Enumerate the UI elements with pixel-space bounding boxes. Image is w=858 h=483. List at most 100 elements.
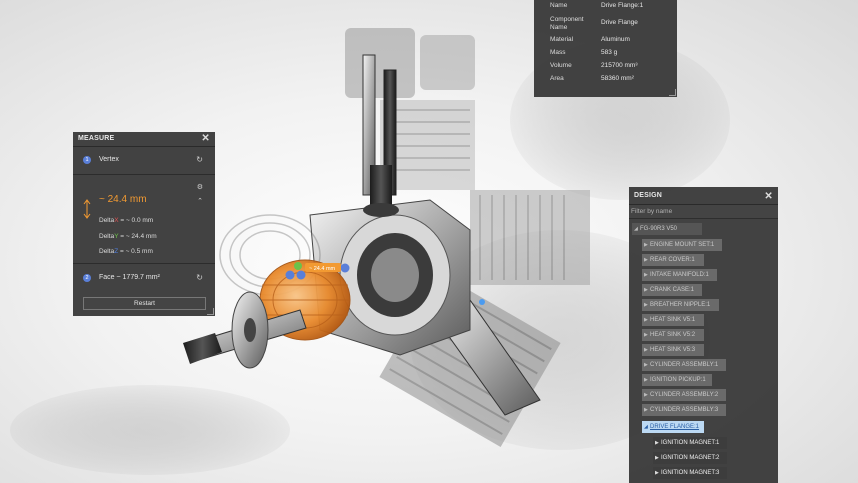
point-1-label: Vertex: [99, 156, 119, 163]
measure-result: ~ 24.4 mm ⚙ ⌃ DeltaX = ~ 0.0 mm DeltaY =…: [73, 175, 215, 264]
delta-z-prefix: Delta: [99, 248, 115, 255]
tree-item-label: CYLINDER ASSEMBLY:1: [650, 362, 719, 368]
point-number-badge: 1: [83, 156, 91, 164]
ghost-part: [10, 385, 290, 475]
prop-label-component-name: Component Name: [550, 16, 584, 31]
measure-point-3[interactable]: [340, 263, 350, 273]
prop-value-material: Aluminum: [601, 36, 630, 43]
measure-axis-y: [294, 262, 302, 270]
delta-y: DeltaY = ~ 24.4 mm: [99, 233, 157, 240]
tree-item-label: REAR COVER:1: [650, 257, 695, 263]
collapse-icon[interactable]: ▶: [644, 254, 648, 266]
measure-point-2[interactable]: [296, 270, 306, 280]
measure-point-2-row[interactable]: 2 Face ~ 1779.7 mm² ↻: [73, 264, 215, 292]
collapse-icon[interactable]: ▶: [644, 299, 648, 311]
tree-item-label: ENGINE MOUNT SET:1: [650, 242, 715, 248]
close-icon[interactable]: ✕: [201, 132, 210, 146]
washer-hole: [244, 318, 256, 342]
tree-item-label: INTAKE MANIFOLD:1: [650, 272, 709, 278]
filter-input[interactable]: [629, 205, 773, 218]
tree-item[interactable]: ▶ IGNITION PICKUP:1: [642, 374, 712, 386]
collapse-icon[interactable]: ▶: [644, 284, 648, 296]
prop-label-material: Material: [550, 36, 574, 43]
delta-z-value: = ~ 0.5 mm: [118, 248, 153, 255]
tree-item[interactable]: ▶ INTAKE MANIFOLD:1: [642, 269, 717, 281]
resize-handle[interactable]: [669, 89, 676, 96]
collapse-icon[interactable]: ▶: [644, 239, 648, 251]
collapse-icon[interactable]: ▶: [644, 404, 648, 416]
crank-case-hub: [371, 248, 419, 302]
prop-value-component-name: Drive Flange: [601, 19, 638, 26]
tree-item[interactable]: ▶ CYLINDER ASSEMBLY:3: [642, 404, 726, 416]
tree-item-label: BREATHER NIPPLE:1: [650, 302, 711, 308]
measure-title-bar[interactable]: MEASURE ✕: [73, 132, 215, 147]
measure-point-1[interactable]: [285, 270, 295, 280]
collapse-icon[interactable]: ▶: [644, 389, 648, 401]
delta-y-value: = ~ 24.4 mm: [118, 233, 157, 240]
design-title-bar[interactable]: DESIGN ✕: [629, 187, 778, 205]
tree-item-root[interactable]: ◢ FG-90R3 V50: [632, 223, 702, 235]
prop-value-name: Drive Flange:1: [601, 2, 644, 9]
prop-label-area: Area: [550, 75, 564, 82]
collapse-icon[interactable]: ▶: [655, 467, 659, 479]
collapse-icon[interactable]: ▶: [655, 452, 659, 464]
tree-item-label: HEAT SINK V5:1: [650, 317, 696, 323]
resize-handle[interactable]: [207, 308, 214, 315]
tree-item[interactable]: ▶ REAR COVER:1: [642, 254, 704, 266]
tree-item[interactable]: ▶ HEAT SINK V5:2: [642, 329, 704, 341]
delta-x-value: = ~ 0.0 mm: [118, 217, 154, 224]
tree-item-label: IGNITION MAGNET:1: [661, 440, 720, 446]
tree-item[interactable]: ▶ IGNITION MAGNET:2: [653, 452, 727, 464]
delta-x: DeltaX = ~ 0.0 mm: [99, 217, 153, 224]
prop-label-name: Name: [550, 2, 568, 9]
delta-y-prefix: Delta: [99, 233, 115, 240]
close-icon[interactable]: ✕: [764, 188, 773, 205]
spark-plug-base: [363, 203, 399, 217]
design-title: DESIGN: [634, 192, 663, 199]
tree-item-label: FG-90R3 V50: [640, 226, 678, 232]
tree-item[interactable]: ▶ CRANK CASE:1: [642, 284, 702, 296]
collapse-icon[interactable]: ▶: [644, 269, 648, 281]
settings-icon[interactable]: ⚙: [197, 183, 203, 191]
tree-item-selected[interactable]: ◢ DRIVE FLANGE:1: [642, 421, 704, 433]
refresh-icon[interactable]: ↻: [196, 273, 203, 282]
refresh-icon[interactable]: ↻: [196, 155, 203, 164]
distance-arrow-icon: [83, 199, 91, 219]
collapse-icon[interactable]: ▶: [644, 314, 648, 326]
collapse-icon[interactable]: ▶: [644, 359, 648, 371]
collapse-icon[interactable]: ▶: [644, 344, 648, 356]
filter-box: [629, 205, 778, 219]
collapse-icon[interactable]: ▶: [644, 374, 648, 386]
collapse-icon[interactable]: ▶: [655, 437, 659, 449]
design-panel: DESIGN ✕ ◢FG-90R3 V50 ▶ENGINE MOUNT SET:…: [629, 187, 778, 483]
tree-item[interactable]: ▶ HEAT SINK V5:3: [642, 344, 704, 356]
tree-item-label: IGNITION PICKUP:1: [650, 377, 706, 383]
point-number-badge: 2: [83, 274, 91, 282]
distance-value: ~ 24.4 mm: [99, 194, 147, 205]
tree-item[interactable]: ▶ IGNITION MAGNET:1: [653, 437, 727, 449]
tree-item-label: HEAT SINK V5:2: [650, 332, 696, 338]
expand-icon[interactable]: ◢: [644, 421, 648, 433]
ghost-cylinder-right: [470, 190, 590, 285]
tree-item[interactable]: ▶ ENGINE MOUNT SET:1: [642, 239, 722, 251]
measure-point-1-row[interactable]: 1 Vertex ↻: [73, 147, 215, 175]
restart-button[interactable]: Restart: [83, 297, 206, 310]
3d-viewport[interactable]: ~ 24.4 mm Name Drive Flange:1 Component …: [0, 0, 858, 483]
measure-overlay-label: ~ 24.4 mm: [309, 266, 336, 272]
prop-value-mass: 583 g: [601, 49, 618, 56]
tree-item[interactable]: ▶ CYLINDER ASSEMBLY:1: [642, 359, 726, 371]
measure-title: MEASURE: [78, 135, 115, 142]
tree-item-label: IGNITION MAGNET:3: [661, 470, 720, 476]
tree-item-label: CYLINDER ASSEMBLY:3: [650, 407, 719, 413]
prop-value-volume: 215700 mm³: [601, 62, 638, 69]
tree-item[interactable]: ▶ BREATHER NIPPLE:1: [642, 299, 719, 311]
collapse-icon[interactable]: ▶: [644, 329, 648, 341]
chevron-up-icon[interactable]: ⌃: [197, 197, 203, 205]
tree-item-label: DRIVE FLANGE:1: [650, 424, 700, 430]
properties-panel: Name Drive Flange:1 Component Name Drive…: [534, 0, 677, 97]
expand-icon[interactable]: ◢: [634, 223, 638, 235]
prop-label-mass: Mass: [550, 49, 566, 56]
tree-item[interactable]: ▶ IGNITION MAGNET:3: [653, 467, 727, 479]
tree-item[interactable]: ▶ CYLINDER ASSEMBLY:2: [642, 389, 726, 401]
tree-item[interactable]: ▶ HEAT SINK V5:1: [642, 314, 704, 326]
